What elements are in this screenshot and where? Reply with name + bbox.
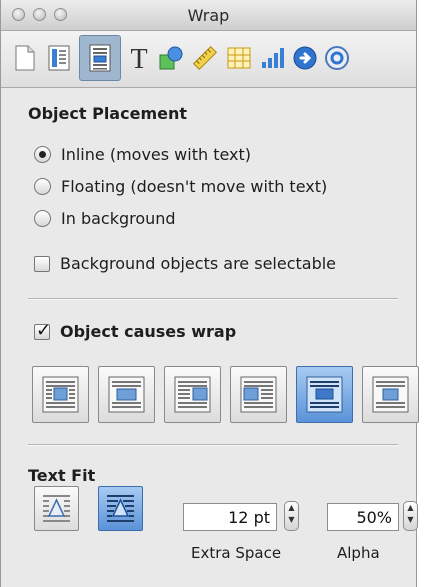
graphic-inspector-button[interactable] <box>157 43 185 73</box>
metrics-inspector-button[interactable] <box>191 43 219 73</box>
wrap-left-button[interactable] <box>164 366 221 423</box>
fit-shape-icon <box>107 495 134 522</box>
wrap-none-button[interactable] <box>362 366 419 423</box>
document-inspector-button[interactable] <box>11 43 39 73</box>
wrap-left-icon <box>174 376 211 413</box>
layout-inspector-button[interactable] <box>45 43 73 73</box>
wrap-above-below-button[interactable] <box>296 366 353 423</box>
background-selectable-checkbox[interactable] <box>34 255 50 272</box>
inspector-toolbar: T <box>1 31 416 88</box>
alpha-field[interactable]: 50% <box>327 503 399 531</box>
fit-rectangle-button[interactable] <box>34 486 79 531</box>
chart-inspector-button[interactable] <box>259 43 287 73</box>
ruler-icon <box>192 45 218 71</box>
placement-inline-option[interactable]: Inline (moves with text) <box>34 145 251 164</box>
inline-radio[interactable] <box>34 146 51 163</box>
text-inspector-button[interactable]: T <box>125 43 153 73</box>
extra-space-field[interactable]: 12 pt <box>183 503 277 531</box>
background-selectable-option[interactable]: Background objects are selectable <box>34 254 336 273</box>
table-inspector-button[interactable] <box>225 43 253 73</box>
inline-label: Inline (moves with text) <box>61 145 252 164</box>
stepper-up-icon[interactable]: ▲ <box>288 503 294 512</box>
object-causes-wrap-checkbox[interactable] <box>34 320 51 341</box>
object-causes-wrap-option[interactable]: Object causes wrap <box>34 320 237 341</box>
title-bar[interactable]: Wrap <box>1 0 416 31</box>
fit-shape-button[interactable] <box>98 486 143 531</box>
divider <box>28 444 398 446</box>
fit-rectangle-icon <box>43 495 70 522</box>
background-selectable-label: Background objects are selectable <box>60 254 337 273</box>
text-fit-title: Text Fit <box>28 466 96 485</box>
document-icon <box>15 45 35 71</box>
stepper-up-icon[interactable]: ▲ <box>407 503 413 512</box>
quicktime-inspector-button[interactable] <box>323 43 351 73</box>
wrap-around-button[interactable] <box>98 366 155 423</box>
wrap-right-button[interactable] <box>230 366 287 423</box>
floating-radio[interactable] <box>34 178 51 195</box>
inspector-window: Wrap T Object Placement Inline (moves wi… <box>0 0 419 587</box>
object-placement-title: Object Placement <box>28 104 187 123</box>
hyperlink-icon <box>293 46 317 70</box>
extra-space-label: Extra Space <box>191 544 282 562</box>
window-title: Wrap <box>187 6 230 25</box>
wrap-right-icon <box>240 376 277 413</box>
object-causes-wrap-label: Object causes wrap <box>60 322 237 341</box>
wrap-both-sides-button[interactable] <box>32 366 89 423</box>
wrap-around-icon <box>108 376 145 413</box>
graphic-icon <box>159 46 183 70</box>
alpha-label: Alpha <box>337 544 380 562</box>
background-radio[interactable] <box>34 210 51 227</box>
placement-floating-option[interactable]: Floating (doesn't move with text) <box>34 177 327 196</box>
quicktime-icon <box>325 46 349 70</box>
text-icon: T <box>130 44 147 72</box>
floating-label: Floating (doesn't move with text) <box>61 177 328 196</box>
table-icon <box>227 47 251 69</box>
hyperlink-inspector-button[interactable] <box>291 43 319 73</box>
svg-text:T: T <box>130 44 147 72</box>
wrap-icon <box>89 44 111 72</box>
wrap-both-sides-icon <box>42 376 79 413</box>
placement-background-option[interactable]: In background <box>34 209 176 228</box>
divider <box>28 298 398 300</box>
chart-icon <box>262 48 284 68</box>
wrap-none-icon <box>372 376 409 413</box>
extra-space-stepper[interactable]: ▲ ▼ <box>284 501 299 531</box>
background-label: In background <box>61 209 176 228</box>
wrap-above-below-icon <box>306 376 343 413</box>
stepper-down-icon[interactable]: ▼ <box>407 515 413 524</box>
layout-icon <box>48 45 70 71</box>
stepper-down-icon[interactable]: ▼ <box>288 515 294 524</box>
alpha-stepper[interactable]: ▲ ▼ <box>403 501 418 531</box>
wrap-inspector-button[interactable] <box>79 35 121 81</box>
